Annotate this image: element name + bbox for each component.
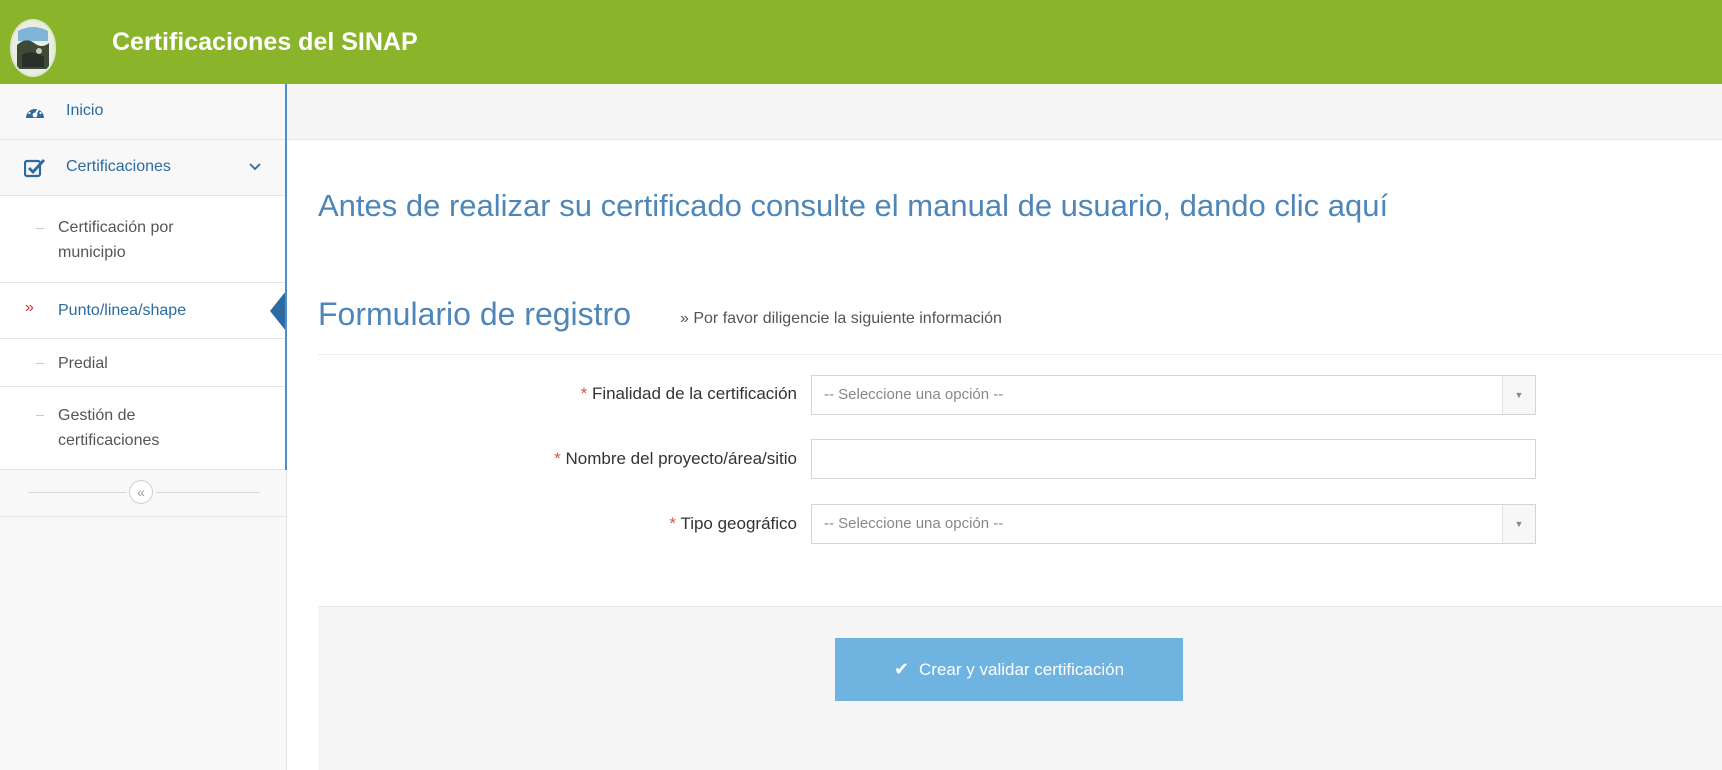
- sidebar-collapse-row: «: [0, 470, 286, 517]
- form-title: Formulario de registro: [318, 296, 631, 332]
- finalidad-label: * Finalidad de la certificación: [581, 384, 797, 404]
- finalidad-label-text: Finalidad de la certificación: [591, 384, 797, 403]
- active-indicator: [270, 291, 286, 331]
- double-chevron-right-icon: »: [25, 299, 34, 316]
- dropdown-arrow-icon[interactable]: ▼: [1502, 376, 1535, 414]
- app-title: Certificaciones del SINAP: [112, 28, 418, 56]
- sidebar-subitem-label: Gestión de certificaciones: [58, 407, 160, 449]
- required-mark: *: [669, 514, 677, 533]
- required-mark: *: [554, 449, 561, 468]
- app-header: Certificaciones del SINAP: [0, 0, 1722, 84]
- sidebar-subitem-label: Certificación por municipio: [58, 219, 174, 261]
- tipo-geografico-select[interactable]: -- Seleccione una opción -- ▼: [811, 504, 1536, 544]
- sidebar-item-certificaciones[interactable]: Certificaciones: [0, 140, 286, 196]
- sidebar-active-border: [285, 84, 287, 470]
- sidebar-item-label: Inicio: [66, 102, 104, 119]
- sidebar-subitem-municipio[interactable]: Certificación por municipio: [0, 196, 286, 283]
- sidebar-subitem-predial[interactable]: Predial: [0, 339, 286, 387]
- tipo-select-value: -- Seleccione una opción --: [824, 515, 1004, 532]
- tree-branch: [36, 228, 44, 229]
- divider: [28, 492, 126, 493]
- sidebar-subitem-label: Predial: [58, 355, 108, 372]
- sidebar: Inicio Certificaciones Certificación por…: [0, 84, 287, 770]
- finalidad-select[interactable]: -- Seleccione una opción -- ▼: [811, 375, 1536, 415]
- form-divider: [318, 354, 1722, 355]
- dropdown-arrow-icon[interactable]: ▼: [1502, 505, 1535, 543]
- breadcrumb-bar: [287, 84, 1722, 140]
- tipo-label-text: Tipo geográfico: [680, 514, 797, 533]
- submit-label: Crear y validar certificación: [919, 660, 1125, 679]
- finalidad-select-value: -- Seleccione una opción --: [824, 386, 1004, 403]
- tree-branch: [36, 363, 44, 364]
- divider: [156, 492, 260, 493]
- sidebar-subitem-label: Punto/linea/shape: [58, 302, 187, 319]
- check-icon: ✔: [893, 659, 910, 679]
- tipo-label: * Tipo geográfico: [669, 514, 797, 534]
- tree-branch: [36, 415, 44, 416]
- chevron-down-icon: [248, 160, 262, 178]
- required-mark: *: [580, 384, 588, 403]
- user-manual-link[interactable]: Antes de realizar su certificado consult…: [318, 188, 1388, 224]
- create-validate-button[interactable]: ✔ Crear y validar certificación: [835, 638, 1183, 701]
- logo-icon: [10, 19, 56, 77]
- dashboard-icon: [24, 101, 46, 126]
- nombre-label-text: Nombre del proyecto/área/sitio: [565, 449, 797, 468]
- sidebar-item-inicio[interactable]: Inicio: [0, 84, 286, 140]
- form-subtitle: » Por favor diligencie la siguiente info…: [680, 310, 1002, 327]
- nombre-input[interactable]: [811, 439, 1536, 479]
- checkbox-icon: [23, 158, 46, 183]
- sidebar-item-label: Certificaciones: [66, 158, 171, 175]
- collapse-sidebar-button[interactable]: «: [129, 480, 153, 504]
- nombre-label: * Nombre del proyecto/área/sitio: [554, 449, 797, 469]
- sidebar-subitem-punto-linea-shape[interactable]: » Punto/linea/shape: [0, 283, 286, 339]
- sidebar-subitem-gestion[interactable]: Gestión de certificaciones: [0, 387, 286, 470]
